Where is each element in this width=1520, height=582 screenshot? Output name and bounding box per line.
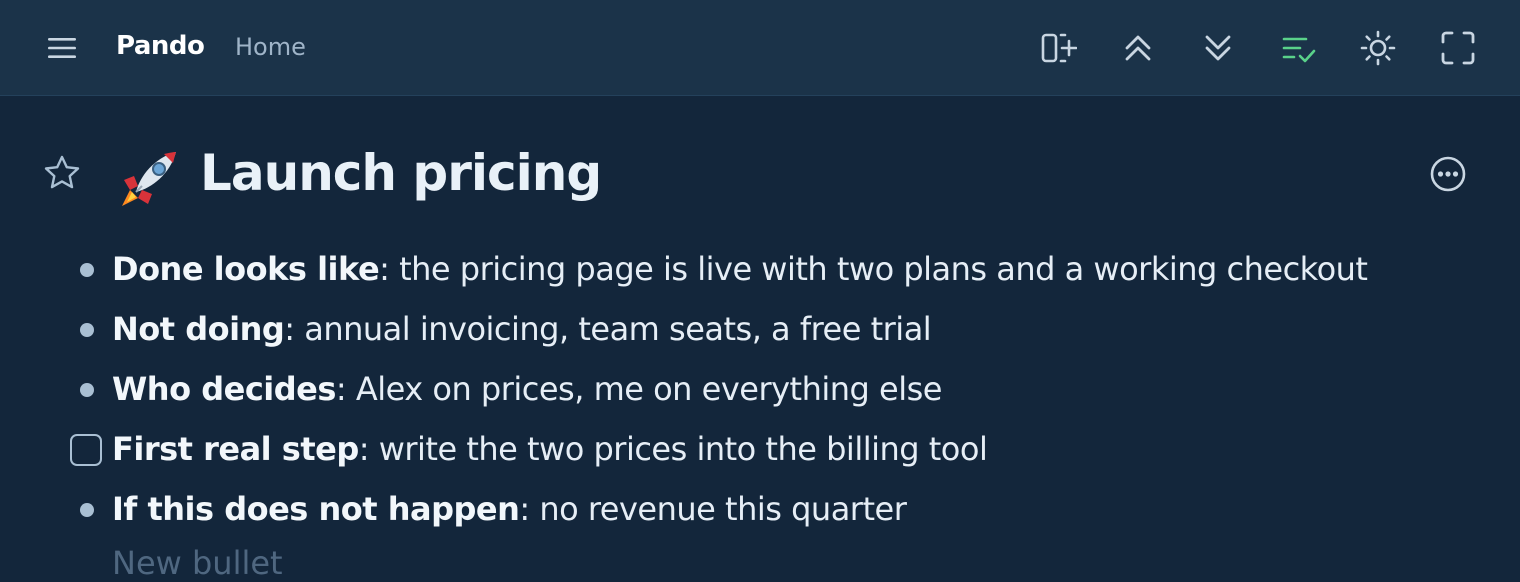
document-page: Launch pricing Done looks like: the pric… [0,96,1520,582]
more-options-icon[interactable] [1428,154,1468,194]
collapse-all-icon[interactable] [1118,28,1158,68]
item-text: : write the two prices into the billing … [358,430,988,468]
item-label: If this does not happen [112,490,520,528]
item-label: Done looks like [112,250,380,288]
list-item[interactable]: Who decides: Alex on prices, me on every… [112,370,942,408]
page-title[interactable]: Launch pricing [200,144,602,202]
bullet-dot[interactable] [80,503,94,517]
bullet-dot[interactable] [80,323,94,337]
item-label: First real step [112,430,359,468]
task-item[interactable]: First real step: write the two prices in… [112,430,988,468]
brand-name[interactable]: Pando [116,31,205,61]
favorite-star-icon[interactable] [42,153,82,193]
checklist-icon[interactable] [1278,28,1318,68]
breadcrumb-home[interactable]: Home [235,33,306,61]
bullet-dot[interactable] [80,383,94,397]
list-item[interactable]: If this does not happen: no revenue this… [112,490,907,528]
add-panel-icon[interactable] [1038,28,1078,68]
theme-toggle-icon[interactable] [1358,28,1398,68]
task-checkbox[interactable] [70,434,102,466]
item-text: : Alex on prices, me on everything else [335,370,943,408]
item-label: Not doing [112,310,285,348]
list-item[interactable]: Not doing: annual invoicing, team seats,… [112,310,932,348]
menu-icon[interactable] [44,30,80,66]
top-bar: Pando Home [0,0,1520,96]
item-label: Who decides [112,370,336,408]
new-bullet-placeholder[interactable]: New bullet [112,544,283,582]
list-item[interactable]: Done looks like: the pricing page is liv… [112,250,1368,288]
bullet-dot[interactable] [80,263,94,277]
item-text: : the pricing page is live with two plan… [379,250,1368,288]
item-text: : annual invoicing, team seats, a free t… [284,310,932,348]
fullscreen-icon[interactable] [1438,28,1478,68]
expand-all-icon[interactable] [1198,28,1238,68]
page-emoji-icon[interactable] [116,146,182,212]
item-text: : no revenue this quarter [519,490,907,528]
